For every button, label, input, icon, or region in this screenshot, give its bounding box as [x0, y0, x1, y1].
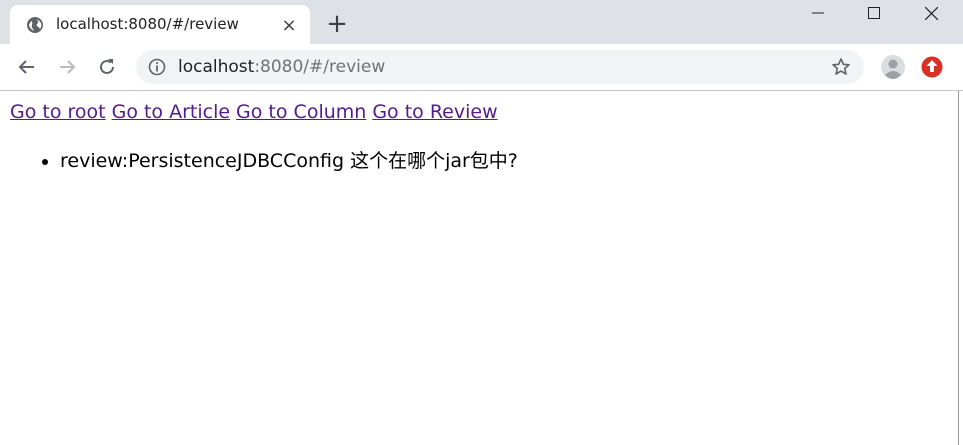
link-go-to-root[interactable]: Go to root	[10, 101, 106, 123]
review-list: review:PersistenceJDBCConfig 这个在哪个jar包中?	[10, 146, 518, 173]
maximize-button[interactable]	[846, 0, 902, 26]
page-content: Go to root Go to Article Go to Column Go to…	[0, 91, 963, 445]
info-icon[interactable]	[148, 58, 166, 76]
new-tab-button[interactable]: +	[322, 10, 352, 38]
link-go-to-review[interactable]: Go to Review	[372, 101, 497, 123]
close-icon	[924, 6, 938, 20]
url-host: localhost	[178, 57, 255, 77]
reload-button[interactable]	[93, 53, 121, 81]
window-edge	[958, 91, 963, 445]
address-bar[interactable]: localhost:8080/#/review	[136, 50, 864, 84]
profile-avatar-icon[interactable]	[880, 54, 906, 80]
tab-close-icon[interactable]: ×	[278, 14, 300, 36]
forward-button[interactable]	[53, 53, 81, 81]
tab-strip: localhost:8080/#/review × +	[0, 0, 963, 44]
bookmark-star-icon[interactable]	[831, 57, 851, 77]
reload-icon	[100, 59, 114, 74]
globe-icon	[27, 17, 43, 33]
list-item: review:PersistenceJDBCConfig 这个在哪个jar包中?	[60, 146, 518, 173]
back-arrow-icon	[18, 60, 34, 74]
browser-toolbar: localhost:8080/#/review	[0, 44, 963, 91]
extension-icon[interactable]	[921, 56, 943, 78]
url-text[interactable]: localhost:8080/#/review	[178, 57, 385, 77]
browser-tab[interactable]: localhost:8080/#/review ×	[10, 5, 310, 44]
forward-arrow-icon	[60, 60, 76, 74]
window-close-button[interactable]	[903, 0, 959, 26]
maximize-icon	[868, 7, 880, 19]
url-path: :8080/#/review	[254, 57, 386, 77]
tab-title: localhost:8080/#/review	[56, 15, 239, 33]
router-nav: Go to root Go to Article Go to Column Go to…	[10, 101, 504, 123]
minimize-button[interactable]	[790, 0, 846, 26]
minimize-icon	[812, 12, 824, 14]
link-go-to-column[interactable]: Go to Column	[236, 101, 366, 123]
link-go-to-article[interactable]: Go to Article	[112, 101, 230, 123]
back-button[interactable]	[13, 53, 41, 81]
